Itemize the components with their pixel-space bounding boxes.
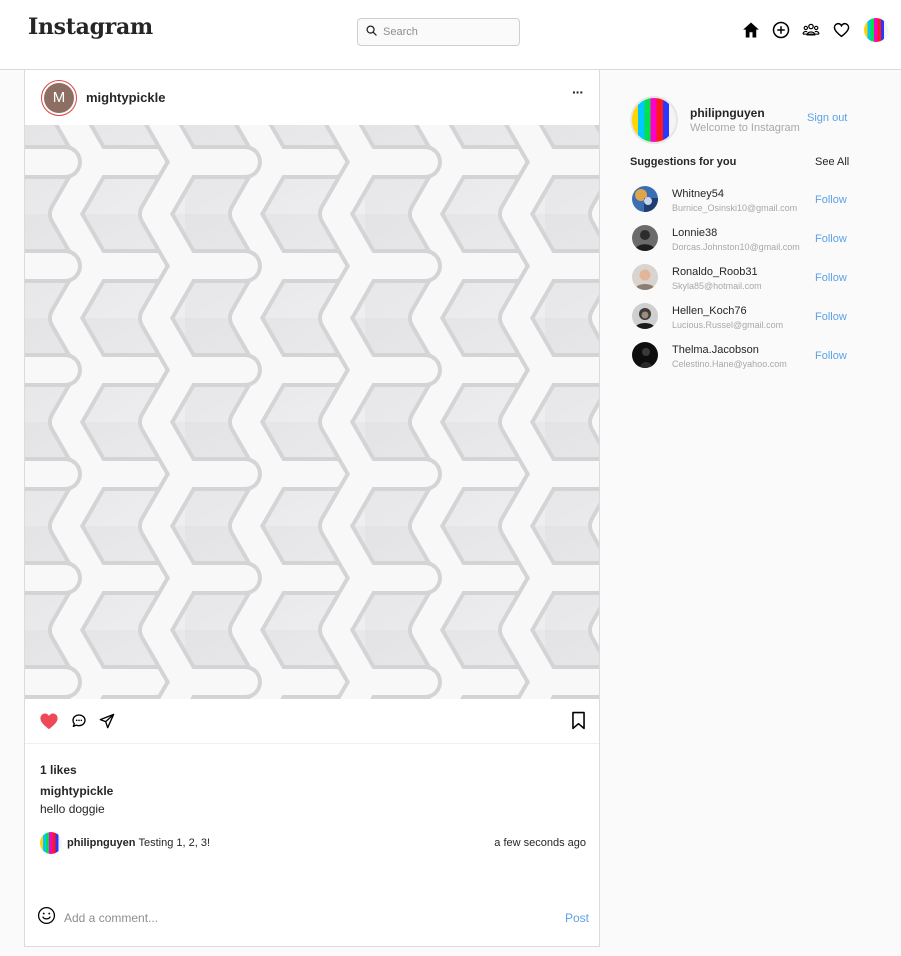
post-comment-button[interactable]: Post <box>565 911 589 925</box>
suggestion-avatar[interactable] <box>632 264 658 290</box>
comment-text: Testing 1, 2, 3! <box>138 837 210 849</box>
comment-input[interactable] <box>64 911 524 925</box>
see-all-link[interactable]: See All <box>815 156 849 168</box>
suggestions-title: Suggestions for you <box>630 156 737 168</box>
search-icon <box>366 23 377 41</box>
post-card: M mightypickle ··· 1 likes mightypickle … <box>24 70 600 947</box>
suggestion-avatar[interactable] <box>632 186 658 212</box>
follow-button[interactable]: Follow <box>815 350 847 362</box>
profile-username[interactable]: philipnguyen <box>690 106 765 120</box>
post-header: M mightypickle ··· <box>25 70 599 125</box>
suggestion-email: Dorcas.Johnston10@gmail.com <box>672 242 800 252</box>
suggestion-item: Hellen_Koch76 Lucious.Russel@gmail.com F… <box>630 300 850 339</box>
instagram-logo[interactable]: Instagram <box>28 14 153 40</box>
suggestion-name[interactable]: Thelma.Jacobson <box>672 344 759 356</box>
suggestion-email: Skyla85@hotmail.com <box>672 281 762 291</box>
profile-avatar[interactable] <box>630 96 678 144</box>
comment-icon[interactable] <box>71 713 87 729</box>
suggestion-name[interactable]: Whitney54 <box>672 188 724 200</box>
comment-username[interactable]: philipnguyen <box>67 837 135 849</box>
caption-username[interactable]: mightypickle <box>40 784 113 798</box>
follow-button[interactable]: Follow <box>815 233 847 245</box>
top-header: Instagram <box>0 0 901 70</box>
sidebar-profile: philipnguyen Welcome to Instagram Sign o… <box>630 96 850 144</box>
suggestion-name[interactable]: Lonnie38 <box>672 227 717 239</box>
suggestion-name[interactable]: Ronaldo_Roob31 <box>672 266 758 278</box>
nav-icons <box>742 18 888 42</box>
profile-subtitle: Welcome to Instagram <box>690 122 800 134</box>
comment-timestamp: a few seconds ago <box>494 837 586 849</box>
search-box[interactable] <box>357 18 520 46</box>
suggestion-email: Celestino.Hane@yahoo.com <box>672 359 787 369</box>
suggestion-avatar[interactable] <box>632 303 658 329</box>
suggestion-item: Whitney54 Burnice_Osinski10@gmail.com Fo… <box>630 183 850 222</box>
post-avatar: M <box>44 82 74 113</box>
post-image[interactable] <box>25 125 599 699</box>
caption-text: hello doggie <box>40 802 105 816</box>
suggestions-list: Whitney54 Burnice_Osinski10@gmail.com Fo… <box>630 183 850 378</box>
sign-out-button[interactable]: Sign out <box>807 112 847 124</box>
share-icon[interactable] <box>99 713 115 729</box>
comment-avatar[interactable] <box>40 832 62 854</box>
suggestion-item: Lonnie38 Dorcas.Johnston10@gmail.com Fol… <box>630 222 850 261</box>
add-post-icon[interactable] <box>772 21 790 39</box>
like-icon[interactable] <box>39 712 59 730</box>
suggestion-item: Thelma.Jacobson Celestino.Hane@yahoo.com… <box>630 339 850 378</box>
people-icon[interactable] <box>802 21 820 39</box>
follow-button[interactable]: Follow <box>815 311 847 323</box>
suggestion-avatar[interactable] <box>632 225 658 251</box>
more-options-icon[interactable]: ··· <box>572 84 584 100</box>
suggestion-avatar[interactable] <box>632 342 658 368</box>
follow-button[interactable]: Follow <box>815 272 847 284</box>
user-avatar[interactable] <box>864 18 888 42</box>
likes-count: 1 likes <box>40 763 77 777</box>
heart-icon[interactable] <box>832 21 850 39</box>
emoji-icon[interactable] <box>37 906 56 930</box>
post-username[interactable]: mightypickle <box>86 90 165 105</box>
suggestion-email: Burnice_Osinski10@gmail.com <box>672 203 798 213</box>
bookmark-icon[interactable] <box>571 711 586 735</box>
home-icon[interactable] <box>742 21 760 39</box>
post-avatar-ring[interactable]: M <box>41 79 77 116</box>
follow-button[interactable]: Follow <box>815 194 847 206</box>
comment-row: philipnguyen Testing 1, 2, 3! a few seco… <box>40 832 586 854</box>
search-input[interactable] <box>383 26 503 38</box>
post-actions <box>25 699 599 744</box>
suggestion-email: Lucious.Russel@gmail.com <box>672 320 784 330</box>
add-comment-form: Post <box>37 906 589 930</box>
suggestion-item: Ronaldo_Roob31 Skyla85@hotmail.com Follo… <box>630 261 850 300</box>
suggestion-name[interactable]: Hellen_Koch76 <box>672 305 747 317</box>
